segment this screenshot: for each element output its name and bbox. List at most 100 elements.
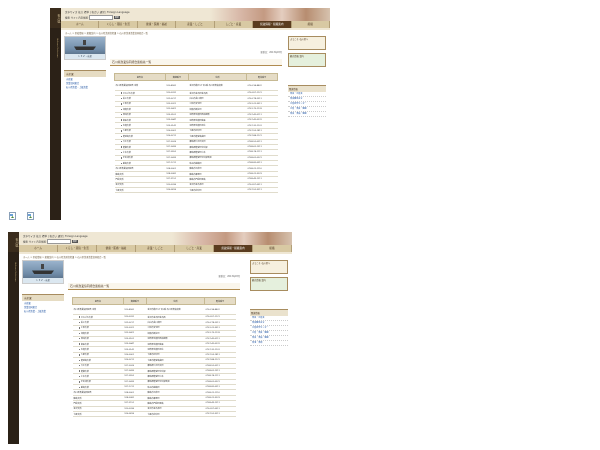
nav-item[interactable]: 健康・医療・福祉: [97, 245, 136, 252]
cell-name-text: かなざわ支所: [122, 92, 135, 95]
bullet-icon: [78, 370, 80, 372]
search-button[interactable]: 検索: [113, 16, 120, 19]
cell-name-text: かなざわ支所: [80, 316, 93, 319]
header-image: [210, 8, 330, 21]
cell-name-text: 能登島支所: [80, 359, 91, 362]
bullet-icon: [120, 97, 122, 100]
ship-banner[interactable]: ＬＩＺ・水産: [22, 260, 64, 284]
cell-tel-text: 0768-52-0211: [205, 364, 220, 367]
cell-zip-text: 927-0433: [166, 156, 177, 159]
site-logo[interactable]: 石川県: [8, 232, 19, 252]
page-title: 石川県漁業協同組合連絡先一覧: [68, 283, 240, 290]
nav-item-active[interactable]: 県政情報・組織案内: [253, 21, 292, 28]
left-link[interactable]: 石川県漁業・上級漁業: [66, 86, 104, 90]
cell-zip-text: 926-0001: [124, 353, 135, 356]
nav-item[interactable]: 健康・医療・福祉: [138, 21, 177, 28]
col-header-name: 組合名: [114, 73, 166, 81]
page-title: 石川県漁業協同組合連絡先一覧: [110, 59, 282, 66]
search-bar: 検索 サイト内を検索 検索: [65, 15, 120, 20]
cell-tel-text: 0768-43-1211: [247, 178, 262, 181]
ship-banner[interactable]: ＬＩＺ・水産: [64, 36, 106, 60]
nav-item[interactable]: 産業・しごと: [136, 245, 175, 252]
side-text: Ishikawa Prefecture: [14, 262, 16, 282]
cell-zip: 920-8581: [123, 304, 147, 315]
col-header-zip: 郵便番号: [122, 297, 147, 305]
bullet-icon: [78, 321, 80, 324]
bullet-icon: [78, 381, 80, 383]
global-nav: ホーム くらし・環境・生活 健康・医療・福祉 産業・しごと しごと・産業 県政情…: [61, 21, 330, 28]
nav-item[interactable]: ホーム: [19, 245, 58, 252]
tourism-banner[interactable]: 観光情報 案内: [250, 277, 288, 291]
cell-address-text: 羽咋郡志賀町富来: [189, 119, 206, 122]
cell-address-text: 七尾市府中町: [189, 189, 202, 192]
related-link[interactable]: 漁港・漁場: [250, 341, 288, 346]
cell-name-text: 七尾支所: [122, 130, 131, 133]
utility-bar[interactable]: 文字サイズ 拡大 標準 | 色合い 通常 | Foreign Language: [23, 234, 88, 238]
welcome-banner[interactable]: ようこそ 石川県へ: [288, 36, 326, 50]
bullet-icon: [120, 130, 122, 132]
cell-name-text: 小木支所: [122, 151, 131, 154]
cell-address-text: 羽咋郡志賀町富来: [147, 343, 164, 346]
col-header-name: 組合名: [72, 297, 124, 305]
cell-tel-text: 076-267-0511: [247, 183, 262, 186]
cell-name-text: 七尾支所: [80, 354, 89, 357]
cell-tel-text: 0767-42-0111: [247, 113, 262, 116]
cell-zip-text: 927-0026: [124, 364, 135, 367]
search-input[interactable]: [89, 15, 114, 20]
cell-name-text: 加賀支所: [122, 108, 131, 111]
cell-address: 七尾市府中町: [146, 411, 205, 418]
utility-bar[interactable]: 文字サイズ 拡大 標準 | 色合い 通常 | Foreign Language: [65, 10, 130, 14]
cell-name-text: 富来支所: [122, 119, 131, 122]
nav-item[interactable]: しごと・産業: [215, 21, 254, 28]
cell-tel-text: 0768-22-1110: [205, 391, 220, 394]
coop-table: 組合名 郵便番号 住所 電話番号 石川県漁業協同組合 本所 920-8581 金沢市…: [72, 297, 236, 418]
nav-item[interactable]: 産業・しごと: [176, 21, 215, 28]
cell-name: 七尾支所: [72, 411, 124, 418]
cell-address-text: 羽咋郡志賀町赤住: [147, 349, 164, 352]
related-link[interactable]: 漁業・漁協・関連: [288, 112, 326, 117]
site-logo[interactable]: 石川県: [50, 8, 61, 28]
cell-name-text: 七尾支所: [115, 189, 124, 192]
bullet-icon: [120, 124, 122, 127]
bullet-icon: [120, 92, 122, 94]
welcome-banner[interactable]: ようこそ 石川県へ: [250, 260, 288, 274]
nav-item[interactable]: ホーム: [61, 21, 100, 28]
cell-address-text: 七尾市府中町: [189, 130, 202, 133]
cell-name-text: 志賀支所: [80, 349, 89, 352]
nav-item-active[interactable]: 県政情報・組織案内: [214, 245, 253, 252]
cell-tel-text: 076-267-0511: [205, 407, 220, 410]
nav-item[interactable]: 組織: [292, 21, 330, 28]
nav-item[interactable]: 組織: [253, 245, 292, 252]
table-body: 石川県漁業協同組合 本所 920-8581 金沢市鞍月1丁目1番 石川県漁協会館 07…: [114, 80, 278, 194]
bullet-icon: [120, 162, 122, 164]
cell-tel-text: 0768-74-1111: [205, 375, 220, 378]
search-button[interactable]: 検索: [71, 240, 78, 243]
cell-zip-text: 927-2151: [124, 402, 135, 405]
cell-zip-text: 926-0001: [166, 129, 177, 132]
nav-item[interactable]: しごと・産業: [175, 245, 214, 252]
cell-tel-text: 0767-32-1101: [205, 348, 220, 351]
cell-tel-text: 0761-22-3511: [247, 102, 262, 105]
bullet-icon: [120, 103, 122, 105]
left-links: 水産課 漁業協同組合 石川県漁業・上級漁業: [22, 301, 64, 315]
cell-address-text: 羽咋郡志賀町赤住: [189, 125, 206, 128]
nav-item[interactable]: くらし・環境・生活: [58, 245, 97, 252]
cell-name-text: 石川県漁業協同組合 本所: [115, 85, 139, 87]
cell-name-text: 金沢支所: [115, 184, 124, 187]
cell-tel-text: 0767-52-3211: [205, 413, 220, 416]
breadcrumb[interactable]: ホーム > 県政情報 > 組織案内 > 石川県漁港漁場課 > 石川県漁港漁業協同…: [23, 255, 106, 259]
left-link[interactable]: 石川県漁業・上級漁業: [24, 310, 62, 314]
bullet-icon: [120, 151, 122, 154]
cell-tel: 076-234-8822: [204, 304, 236, 315]
breadcrumb[interactable]: ホーム > 県政情報 > 組織案内 > 石川県漁港漁場課 > 石川県漁港漁業協同…: [65, 31, 148, 35]
cell-zip-text: 927-0435: [124, 370, 135, 373]
cell-address-text: 羽咋郡志賀町西海風無: [189, 114, 210, 117]
cell-name-text: 七尾支所: [73, 413, 82, 416]
nav-item[interactable]: くらし・環境・生活: [99, 21, 138, 28]
tourism-banner[interactable]: 観光情報 案内: [288, 53, 326, 67]
search-input[interactable]: [47, 239, 72, 244]
cell-zip-text: 926-0816: [166, 189, 177, 192]
col-header-tel: 電話番号: [204, 297, 236, 305]
cell-tel-text: 0768-62-0321: [247, 156, 262, 159]
cell-address-text: 輪島市河井町: [147, 392, 160, 395]
